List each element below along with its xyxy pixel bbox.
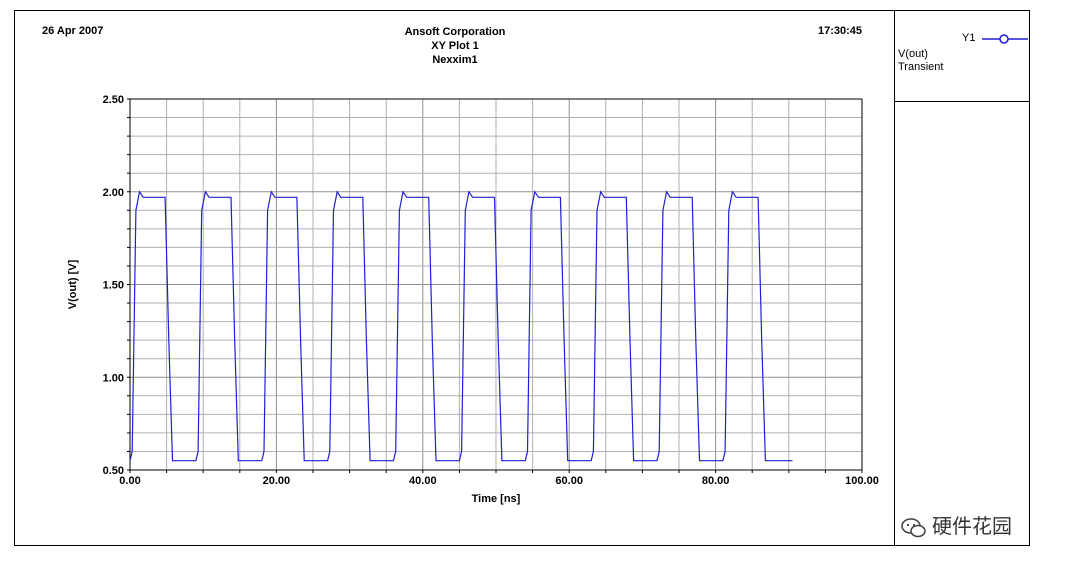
y-tick-label: 2.50 bbox=[103, 94, 124, 106]
x-axis-title: Time [ns] bbox=[472, 493, 521, 505]
y-tick-label: 1.00 bbox=[103, 372, 124, 384]
y-axis-title: V(out) [V] bbox=[67, 259, 79, 309]
xy-plot[interactable]: 0.00 20.00 40.00 60.00 80.00 100.000.501.001.… bbox=[0, 0, 1080, 571]
x-tick-label: 60.00 bbox=[555, 475, 583, 487]
trace-layer bbox=[129, 190, 793, 462]
x-tick-label: 40.00 bbox=[409, 475, 437, 487]
series-line-vout bbox=[129, 190, 793, 462]
x-tick-label: 100.00 bbox=[845, 475, 879, 487]
watermark-text: 硬件花园 bbox=[932, 516, 1012, 538]
x-tick-label: 80.00 bbox=[702, 475, 730, 487]
y-tick-label: 2.00 bbox=[103, 187, 124, 199]
grid bbox=[129, 98, 863, 471]
wechat-icon bbox=[901, 517, 926, 538]
watermark: 硬件花园 bbox=[900, 510, 1012, 539]
y-tick-label: 1.50 bbox=[103, 280, 124, 292]
y-tick-label: 0.50 bbox=[103, 465, 124, 477]
x-tick-label: 20.00 bbox=[263, 475, 291, 487]
tick-labels: 0.00 20.00 40.00 60.00 80.00 100.000.501.001.… bbox=[67, 94, 879, 505]
